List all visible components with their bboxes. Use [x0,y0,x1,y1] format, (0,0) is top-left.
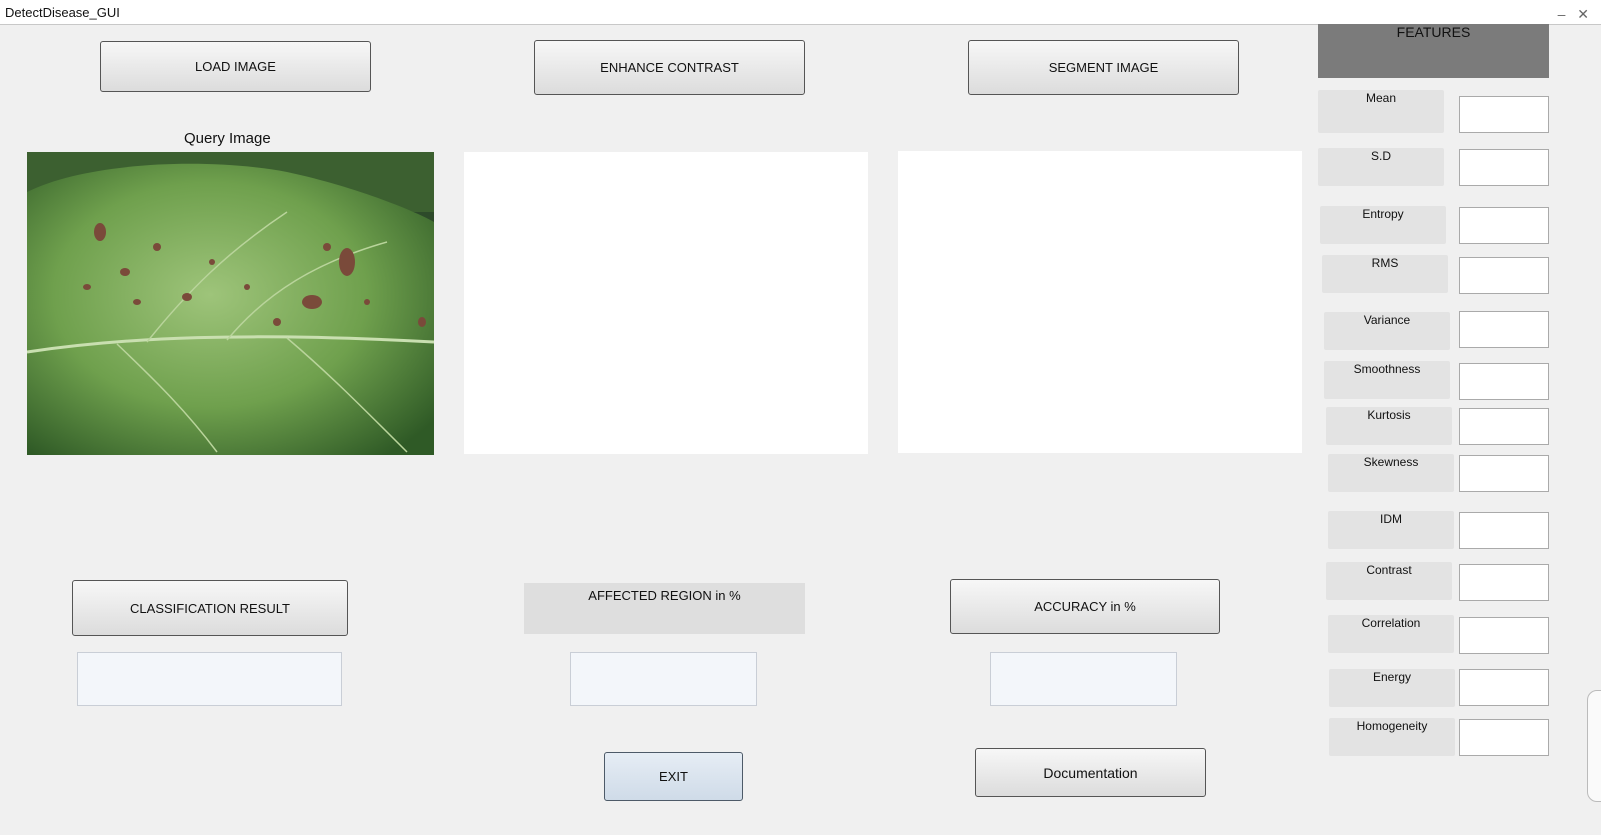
feature-label-mean: Mean [1318,90,1444,133]
accuracy-button[interactable]: ACCURACY in % [950,579,1220,634]
feature-label-rms: RMS [1322,255,1448,293]
feature-label-idm: IDM [1328,511,1454,549]
classification-result-field[interactable] [77,652,342,706]
enhance-contrast-button[interactable]: ENHANCE CONTRAST [534,40,805,95]
feature-value-energy[interactable] [1459,669,1549,706]
feature-value-mean[interactable] [1459,96,1549,133]
feature-value-correlation[interactable] [1459,617,1549,654]
segment-image-button[interactable]: SEGMENT IMAGE [968,40,1239,95]
feature-value-kurtosis[interactable] [1459,408,1549,445]
feature-value-smoothness[interactable] [1459,363,1549,400]
feature-value-rms[interactable] [1459,257,1549,294]
affected-region-label: AFFECTED REGION in % [524,583,805,634]
affected-region-field[interactable] [570,652,757,706]
feature-value-idm[interactable] [1459,512,1549,549]
exit-button[interactable]: EXIT [604,752,743,801]
query-image [27,152,434,455]
segmented-image-panel [898,151,1302,453]
enhanced-image-panel [464,152,868,454]
feature-value-entropy[interactable] [1459,207,1549,244]
feature-value-variance[interactable] [1459,311,1549,348]
feature-label-kurtosis: Kurtosis [1326,407,1452,445]
query-image-label: Query Image [184,130,271,147]
classification-result-button[interactable]: CLASSIFICATION RESULT [72,580,348,636]
title-bar: DetectDisease_GUI – ✕ [0,0,1601,25]
feature-label-contrast: Contrast [1326,562,1452,600]
feature-label-variance: Variance [1324,312,1450,350]
feature-value-contrast[interactable] [1459,564,1549,601]
load-image-button[interactable]: LOAD IMAGE [100,41,371,92]
feature-label-skewness: Skewness [1328,454,1454,492]
accuracy-field[interactable] [990,652,1177,706]
window-controls-icon[interactable]: – ✕ [1558,6,1593,23]
features-header: FEATURES [1318,24,1549,78]
feature-label-entropy: Entropy [1320,206,1446,244]
window-title: DetectDisease_GUI [5,5,120,20]
feature-value-homogeneity[interactable] [1459,719,1549,756]
feature-label-sd: S.D [1318,148,1444,186]
feature-label-correlation: Correlation [1328,615,1454,653]
feature-value-skewness[interactable] [1459,455,1549,492]
feature-label-smoothness: Smoothness [1324,361,1450,399]
feature-value-sd[interactable] [1459,149,1549,186]
documentation-button[interactable]: Documentation [975,748,1206,797]
feature-label-energy: Energy [1329,669,1455,707]
feature-label-homogeneity: Homogeneity [1329,718,1455,756]
side-panel-handle[interactable] [1587,690,1601,802]
